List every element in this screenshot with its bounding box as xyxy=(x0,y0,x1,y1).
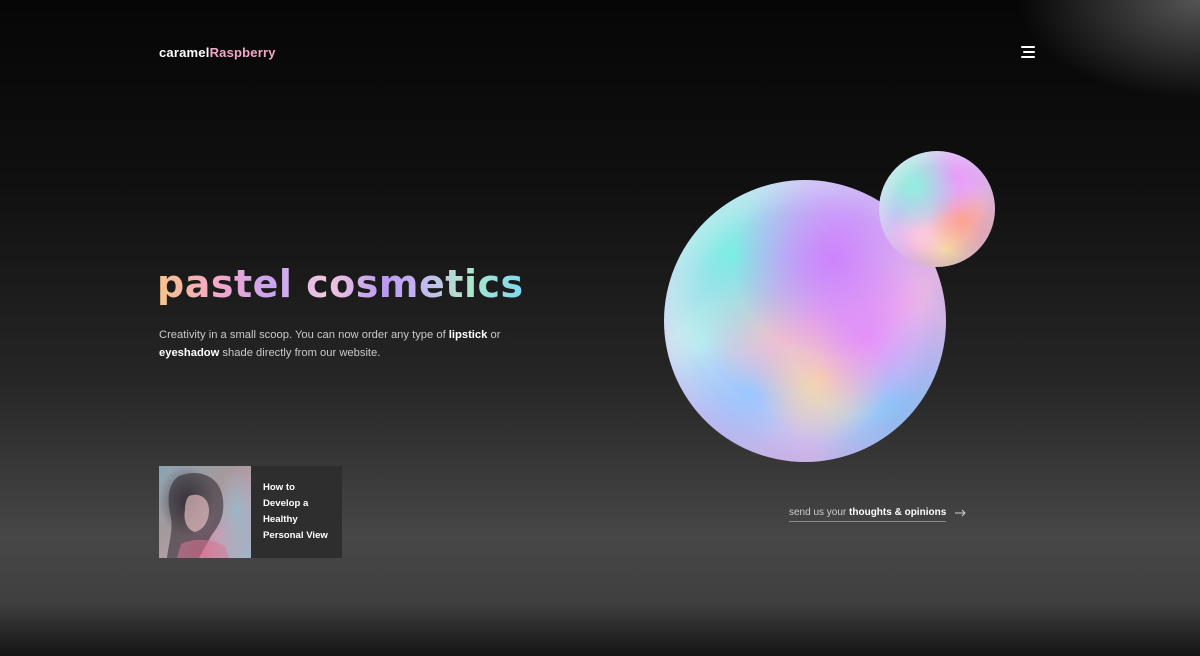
menu-line-top xyxy=(1021,46,1035,48)
brand-logo[interactable]: caramelRaspberry xyxy=(159,45,276,60)
menu-line-bottom xyxy=(1021,56,1035,58)
feedback-link-text: send us your thoughts & opinions xyxy=(789,507,947,522)
arrow-right-icon xyxy=(955,509,966,520)
menu-line-middle xyxy=(1023,51,1035,53)
feedback-link[interactable]: send us your thoughts & opinions xyxy=(789,507,966,522)
small-holographic-sphere xyxy=(879,151,995,267)
brand-logo-part-2: Raspberry xyxy=(209,45,276,60)
article-card[interactable]: How to Develop a Healthy Personal View xyxy=(159,466,342,558)
hamburger-menu-icon[interactable] xyxy=(1017,45,1035,59)
hero-intro: Creativity in a small scoop. You can now… xyxy=(159,326,519,362)
feedback-link-bold: thoughts & opinions xyxy=(849,507,947,518)
portrait-silhouette-graphic xyxy=(167,473,229,558)
hero-intro-text-2: or xyxy=(487,329,501,341)
hero-intro-text-3: shade directly from our website. xyxy=(219,347,381,359)
hero-intro-emphasis-eyeshadow: eyeshadow xyxy=(159,347,220,359)
feedback-link-plain: send us your xyxy=(789,507,850,518)
hero-intro-text-1: Creativity in a small scoop. You can now… xyxy=(159,329,449,341)
brand-logo-part-1: caramel xyxy=(159,45,210,60)
article-card-title: How to Develop a Healthy Personal View xyxy=(263,482,328,541)
woman-portrait-thumbnail xyxy=(159,466,251,558)
hero-title: pastel cosmetics xyxy=(157,255,524,313)
hero-intro-emphasis-lipstick: lipstick xyxy=(448,329,488,341)
